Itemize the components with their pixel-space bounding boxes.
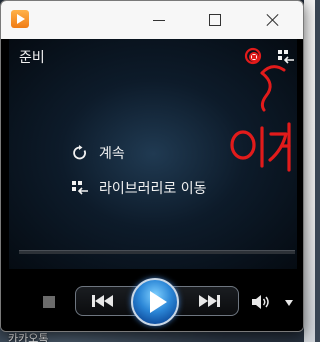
maximize-button[interactable] <box>187 1 243 39</box>
close-icon <box>266 13 280 27</box>
maximize-icon <box>209 14 221 26</box>
play-button[interactable] <box>131 278 179 326</box>
repeat-icon <box>73 145 86 160</box>
minimize-button[interactable] <box>131 1 187 39</box>
media-player-window: 준비 계속 라이브러리로 이동 <box>0 0 304 332</box>
continue-menu-item[interactable]: 계속 <box>71 143 125 163</box>
chevron-down-icon[interactable] <box>285 300 293 306</box>
title-bar[interactable] <box>1 1 303 39</box>
seek-bar[interactable] <box>19 250 295 254</box>
background-window-edge <box>304 0 315 342</box>
status-text: 준비 <box>19 50 45 66</box>
control-bar <box>1 269 303 331</box>
volume-icon[interactable] <box>251 294 271 310</box>
go-to-library-menu-item[interactable]: 라이브러리로 이동 <box>71 178 207 198</box>
go-to-library-label: 라이브러리로 이동 <box>99 181 207 197</box>
switch-to-library-icon <box>72 181 88 195</box>
close-button[interactable] <box>245 1 301 39</box>
continue-label: 계속 <box>99 146 125 162</box>
next-track-icon[interactable] <box>195 293 223 309</box>
video-area[interactable]: 준비 계속 라이브러리로 이동 <box>9 39 297 269</box>
minimize-icon <box>153 19 165 21</box>
stop-button[interactable] <box>43 296 55 308</box>
previous-track-icon[interactable] <box>89 293 117 309</box>
media-player-icon <box>11 10 29 28</box>
record-icon[interactable] <box>249 52 259 62</box>
switch-to-library-icon[interactable] <box>277 49 295 65</box>
